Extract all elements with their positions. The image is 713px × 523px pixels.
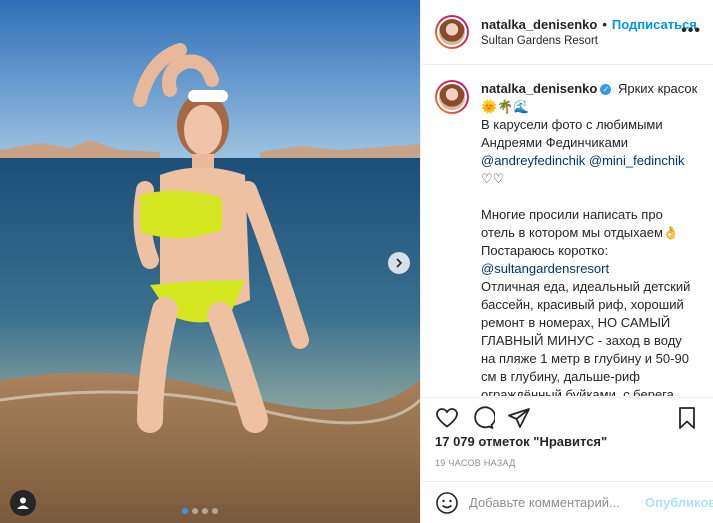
- more-options-icon[interactable]: •••: [681, 22, 701, 40]
- separator-dot: •: [602, 17, 607, 32]
- carousel-dot: [212, 508, 218, 514]
- caption-line: Постараюсь коротко:: [481, 243, 609, 258]
- likes-count[interactable]: 17 079 отметок "Нравится": [435, 434, 607, 449]
- post-timestamp[interactable]: 19 часов назад: [435, 458, 516, 468]
- heart-icon[interactable]: [435, 406, 459, 430]
- location-link[interactable]: Sultan Gardens Resort: [481, 35, 697, 47]
- photo-image: [0, 0, 420, 523]
- caption-line: Ярких красок: [617, 81, 698, 96]
- caption-username[interactable]: natalka_denisenko: [481, 81, 597, 96]
- tagged-users-button[interactable]: [10, 490, 36, 516]
- caption-area: natalka_denisenko ✓ Ярких красок 🌞🌴🌊 В ка…: [421, 66, 713, 396]
- comment-form: Опубликовать: [421, 481, 713, 523]
- carousel-next-button[interactable]: [388, 252, 410, 274]
- carousel-dot: [192, 508, 198, 514]
- emoji-icon[interactable]: [435, 491, 459, 515]
- post-photo[interactable]: [0, 0, 420, 523]
- post-comment-button[interactable]: Опубликовать: [645, 495, 713, 510]
- bookmark-icon[interactable]: [675, 406, 699, 430]
- avatar[interactable]: [435, 15, 469, 49]
- header-username[interactable]: natalka_denisenko: [481, 17, 597, 32]
- action-bar: [421, 397, 713, 437]
- carousel-dot: [202, 508, 208, 514]
- post-header: natalka_denisenko • Подписаться Sultan G…: [421, 0, 713, 65]
- mention-link[interactable]: @sultangardensresort: [481, 261, 609, 276]
- caption-line: ♡♡: [481, 171, 505, 186]
- verified-badge-icon: ✓: [600, 84, 612, 96]
- avatar[interactable]: [435, 80, 469, 114]
- carousel-dot: [182, 508, 188, 514]
- caption-line: Многие просили написать про отель в кото…: [481, 207, 680, 240]
- chevron-right-icon: [396, 258, 403, 268]
- carousel-indicator: [182, 508, 218, 514]
- comment-icon[interactable]: [471, 405, 497, 430]
- comment-input[interactable]: [469, 495, 645, 510]
- caption-line: 🌞🌴🌊: [481, 99, 530, 114]
- caption-line: Отличная еда, идеальный детский бассейн,…: [481, 279, 691, 396]
- mention-link[interactable]: @mini_fedinchik: [589, 153, 685, 168]
- user-icon: [17, 497, 29, 509]
- share-icon[interactable]: [507, 406, 531, 430]
- mention-link[interactable]: @andreyfedinchik: [481, 153, 585, 168]
- caption-text: natalka_denisenko ✓ Ярких красок 🌞🌴🌊 В ка…: [481, 80, 699, 396]
- post-panel: natalka_denisenko • Подписаться Sultan G…: [420, 0, 713, 523]
- caption-line: В карусели фото с любимыми Андреями Феди…: [481, 117, 663, 150]
